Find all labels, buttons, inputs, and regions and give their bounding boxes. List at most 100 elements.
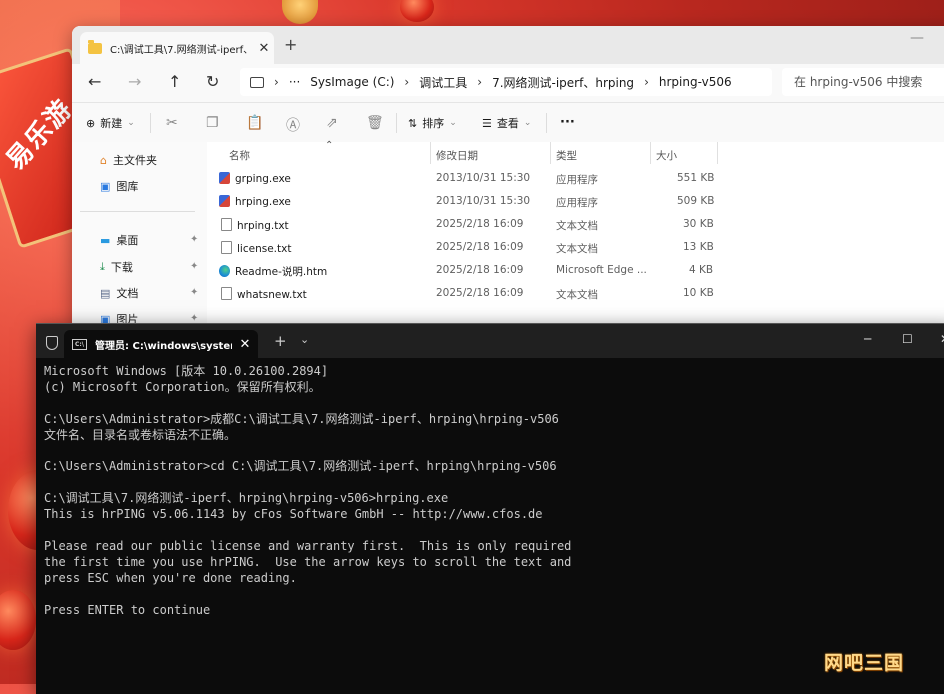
file-row[interactable]: hrping.txt 2025/2/18 16:09 文本文档 30 KB (207, 212, 944, 235)
address-bar[interactable]: › ··· SysImage (C:) › 调试工具 › 7.网络测试-iper… (240, 68, 772, 96)
close-button[interactable]: ✕ (940, 332, 944, 346)
file-name: license.txt (237, 243, 292, 255)
file-row[interactable]: license.txt 2025/2/18 16:09 文本文档 13 KB (207, 235, 944, 258)
view-icon: ☰ (482, 116, 492, 130)
paste-icon: 📋 (246, 115, 264, 131)
search-input[interactable]: 在 hrping-v506 中搜索 (782, 68, 944, 96)
terminal-tab-bar: C:\ 管理员: C:\windows\system32\ ✕ + ⌄ ─ ☐ … (36, 324, 944, 358)
more-button[interactable]: ··· (560, 115, 575, 130)
terminal-window: C:\ 管理员: C:\windows\system32\ ✕ + ⌄ ─ ☐ … (36, 323, 944, 694)
console-line: C:\调试工具\7.网络测试-iperf、hrping\hrping-v506>… (44, 491, 449, 506)
explorer-tab-title: C:\调试工具\7.网络测试-iperf、 (110, 44, 254, 56)
rename-icon: Ⓐ (286, 118, 300, 134)
file-type: 应用程序 (556, 174, 598, 186)
breadcrumb-more[interactable]: ··· (289, 75, 300, 89)
console-line: (c) Microsoft Corporation。保留所有权利。 (44, 379, 321, 394)
copy-button[interactable]: ❐ (206, 115, 219, 131)
pin-icon[interactable]: ✦ (190, 287, 198, 298)
close-tab-icon[interactable]: ✕ (254, 41, 274, 56)
new-button[interactable]: ⊕ 新建 ⌄ (86, 115, 135, 131)
divider (150, 113, 151, 133)
column-divider[interactable] (430, 142, 431, 164)
file-name: hrping.exe (235, 196, 291, 208)
console-output[interactable]: Microsoft Windows [版本 10.0.26100.2894] (… (44, 364, 944, 619)
file-size: 30 KB (683, 218, 714, 230)
breadcrumb-item[interactable]: 7.网络测试-iperf、hrping (492, 74, 634, 91)
paste-button[interactable]: 📋 (246, 115, 263, 131)
sidebar-item-downloads[interactable]: ⤓ 下载 (100, 259, 133, 275)
file-name: grping.exe (235, 173, 291, 185)
txt-icon (221, 241, 232, 254)
share-button[interactable]: ⇗ (326, 115, 338, 131)
column-divider[interactable] (650, 142, 651, 164)
wallpaper-ornament (282, 0, 318, 24)
back-button[interactable]: ← (88, 72, 101, 91)
file-name: hrping.txt (237, 220, 289, 232)
folder-icon (88, 39, 102, 54)
rename-button[interactable]: Ⓐ (286, 115, 300, 135)
sidebar-item-home[interactable]: ⌂ 主文件夹 (100, 152, 157, 168)
sidebar-item-desktop[interactable]: ▬ 桌面 (100, 232, 138, 248)
sidebar-item-label: 桌面 (116, 234, 139, 247)
file-row[interactable]: whatsnew.txt 2025/2/18 16:09 文本文档 10 KB (207, 281, 944, 304)
chevron-right-icon: › (644, 75, 649, 89)
breadcrumb-item[interactable]: 调试工具 (419, 74, 467, 91)
console-line: Press ENTER to continue (44, 602, 211, 617)
view-button-label: 查看 (496, 117, 519, 130)
file-row[interactable]: grping.exe 2013/10/31 15:30 应用程序 551 KB (207, 166, 944, 189)
file-date: 2025/2/18 16:09 (436, 218, 524, 230)
minimize-button[interactable]: ─ (864, 332, 871, 346)
column-header-size[interactable]: 大小 (656, 148, 677, 163)
pin-icon[interactable]: ✦ (190, 261, 198, 272)
dropdown-button[interactable]: ⌄ (300, 333, 309, 346)
pin-icon[interactable]: ✦ (190, 234, 198, 245)
console-line: C:\Users\Administrator>成都C:\调试工具\7.网络测试-… (44, 411, 559, 426)
sidebar-item-documents[interactable]: ▤ 文档 (100, 285, 138, 301)
file-row[interactable]: hrping.exe 2013/10/31 15:30 应用程序 509 KB (207, 189, 944, 212)
delete-button[interactable]: 🗑 (366, 115, 384, 131)
explorer-tab[interactable]: C:\调试工具\7.网络测试-iperf、 ✕ (80, 32, 274, 64)
minimize-button[interactable]: — (910, 30, 924, 46)
sort-icon: ⇅ (408, 116, 418, 130)
sidebar-item-gallery[interactable]: ▣ 图库 (100, 178, 138, 194)
exe-icon (219, 172, 230, 184)
console-line: Please read our public license and warra… (44, 538, 572, 553)
new-tab-button[interactable]: + (274, 332, 287, 350)
divider (396, 113, 397, 133)
command-bar: ⊕ 新建 ⌄ ✂ ❐ 📋 Ⓐ ⇗ 🗑 ⇅ 排序 ⌄ ☰ 查看 ⌄ ··· (72, 102, 944, 143)
sidebar-item-label: 文档 (116, 287, 139, 300)
terminal-tab[interactable]: C:\ 管理员: C:\windows\system32\ ✕ (64, 330, 258, 358)
gallery-icon: ▣ (100, 179, 111, 193)
console-line: the first time you use hrPING. Use the a… (44, 554, 572, 569)
forward-button[interactable]: → (128, 72, 141, 91)
cut-icon: ✂ (166, 115, 178, 131)
close-tab-icon[interactable]: ✕ (232, 337, 258, 352)
view-button[interactable]: ☰ 查看 ⌄ (482, 115, 531, 131)
sort-button[interactable]: ⇅ 排序 ⌄ (408, 115, 457, 131)
up-button[interactable]: ↑ (168, 72, 181, 91)
file-size: 551 KB (677, 172, 715, 184)
sort-ascending-icon: ⌃ (325, 140, 334, 151)
divider (80, 211, 195, 212)
chevron-right-icon: › (404, 75, 410, 89)
monitor-icon (250, 76, 264, 88)
column-divider[interactable] (550, 142, 551, 164)
file-row[interactable]: Readme-说明.htm 2025/2/18 16:09 Microsoft … (207, 258, 944, 281)
explorer-tab-strip: C:\调试工具\7.网络测试-iperf、 ✕ + — (72, 26, 944, 64)
download-icon: ⤓ (100, 260, 105, 273)
maximize-button[interactable]: ☐ (902, 332, 913, 346)
breadcrumb-item[interactable]: hrping-v506 (659, 75, 732, 89)
divider (546, 113, 547, 133)
column-header-modified[interactable]: 修改日期 (436, 148, 478, 163)
column-header-name[interactable]: 名称 (229, 148, 250, 163)
chevron-down-icon: ⌄ (449, 118, 457, 128)
breadcrumb-item[interactable]: SysImage (C:) (310, 75, 394, 89)
shield-icon (46, 336, 58, 350)
cut-button[interactable]: ✂ (166, 115, 178, 131)
new-tab-button[interactable]: + (284, 35, 297, 54)
refresh-button[interactable]: ↻ (206, 72, 219, 91)
chevron-down-icon: ⌄ (523, 118, 532, 128)
column-divider[interactable] (717, 142, 718, 164)
column-header-type[interactable]: 类型 (556, 148, 577, 163)
console-line: C:\Users\Administrator>cd C:\调试工具\7.网络测试… (44, 459, 557, 474)
